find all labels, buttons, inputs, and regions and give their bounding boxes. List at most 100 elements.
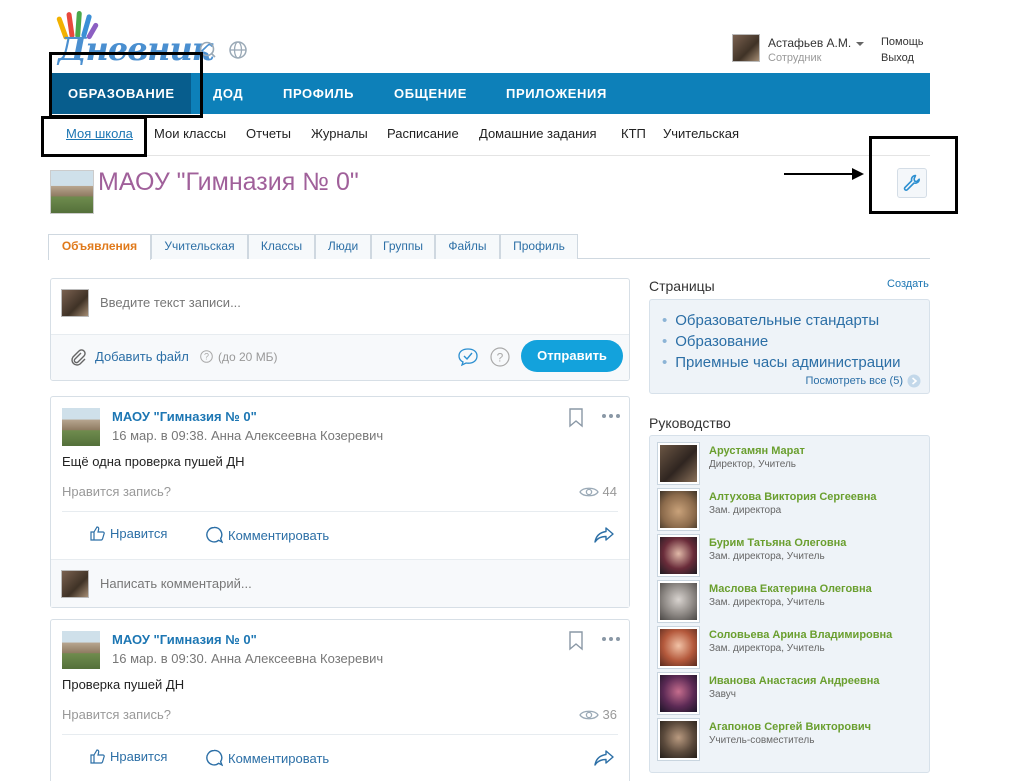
list-item[interactable]: Арустамян Марат Директор, Учитель — [658, 443, 923, 487]
nav-item-communication[interactable]: ОБЩЕНИЕ — [394, 73, 467, 114]
leader-photo — [658, 443, 699, 484]
logo-text[interactable]: Дневник — [58, 30, 213, 68]
tab-files[interactable]: Файлы — [435, 234, 500, 259]
like-label: Нравится — [110, 526, 168, 541]
post-input[interactable]: Введите текст записи... — [100, 295, 241, 310]
like-question: Нравится запись? — [62, 484, 171, 499]
leader-photo — [658, 673, 699, 714]
user-name[interactable]: Астафьев А.М. — [768, 36, 851, 50]
tab-classes[interactable]: Классы — [248, 234, 315, 259]
svg-text:?: ? — [204, 352, 209, 362]
comment-icon — [206, 526, 223, 544]
pages-list: Образовательные стандарты Образование Пр… — [649, 299, 930, 394]
list-item[interactable]: Бурим Татьяна Олеговна Зам. директора, У… — [658, 535, 923, 579]
leader-name[interactable]: Бурим Татьяна Олеговна — [709, 537, 846, 549]
subnav-item-my-classes[interactable]: Мои классы — [154, 126, 226, 141]
list-item[interactable]: Маслова Екатерина Олеговна Зам. директор… — [658, 581, 923, 625]
page-link[interactable]: Образовательные стандарты — [662, 312, 879, 329]
tab-groups[interactable]: Группы — [371, 234, 435, 259]
subnav-item-ktp[interactable]: КТП — [621, 126, 646, 141]
post-title[interactable]: МАОУ "Гимназия № 0" — [112, 409, 257, 424]
like-label: Нравится — [110, 749, 168, 764]
tab-people[interactable]: Люди — [315, 234, 371, 259]
list-item[interactable]: Соловьева Арина Владимировна Зам. директ… — [658, 627, 923, 671]
question-icon[interactable]: ? — [490, 347, 510, 367]
send-button[interactable]: Отправить — [521, 340, 623, 372]
tab-announcements[interactable]: Объявления — [48, 234, 151, 260]
settings-button[interactable] — [897, 168, 927, 198]
leader-photo — [658, 581, 699, 622]
tab-profile[interactable]: Профиль — [500, 234, 578, 259]
subnav-item-schedule[interactable]: Расписание — [387, 126, 459, 141]
more-icon[interactable] — [601, 413, 621, 419]
section-tabs: Объявления Учительская Классы Люди Групп… — [48, 234, 930, 260]
leader-name[interactable]: Арустамян Марат — [709, 445, 805, 457]
leadership-title: Руководство — [649, 415, 731, 431]
paperclip-icon — [71, 349, 86, 366]
globe-icon[interactable] — [228, 40, 248, 60]
svg-text:?: ? — [497, 351, 504, 365]
subnav-item-my-school[interactable]: Моя школа — [66, 126, 133, 141]
nav-item-apps[interactable]: ПРИЛОЖЕНИЯ — [506, 73, 607, 114]
leader-photo — [658, 627, 699, 668]
attach-file-link[interactable]: Добавить файл — [95, 349, 189, 364]
list-item[interactable]: Агапонов Сергей Викторович Учитель-совме… — [658, 719, 923, 763]
post-meta: 16 мар. в 09:30. Анна Алексеевна Козерев… — [112, 651, 384, 666]
subnav-item-journals[interactable]: Журналы — [311, 126, 368, 141]
list-item[interactable]: Иванова Анастасия Андреевна Завуч — [658, 673, 923, 717]
compose-toolbar: Добавить файл ? (до 20 МБ) ? Отправить — [51, 334, 629, 380]
comment-label: Комментировать — [228, 750, 330, 766]
nav-item-dod[interactable]: ДОД — [213, 73, 243, 114]
create-page-link[interactable]: Создать — [887, 278, 929, 290]
bookmark-icon[interactable] — [568, 631, 584, 651]
like-question: Нравится запись? — [62, 707, 171, 722]
nav-item-education[interactable]: ОБРАЗОВАНИЕ — [50, 73, 191, 114]
page-link[interactable]: Образование — [662, 333, 768, 350]
nav-item-profile[interactable]: ПРОФИЛЬ — [283, 73, 354, 114]
share-icon[interactable] — [594, 750, 614, 766]
post-title[interactable]: МАОУ "Гимназия № 0" — [112, 632, 257, 647]
comment-button[interactable]: Комментировать — [205, 526, 329, 544]
annotation-arrow-head — [852, 168, 864, 180]
leader-name[interactable]: Иванова Анастасия Андреевна — [709, 675, 880, 687]
like-button[interactable]: Нравится — [90, 526, 167, 541]
logout-link[interactable]: Выход — [881, 52, 914, 64]
page-link[interactable]: Приемные часы администрации — [662, 354, 900, 371]
comment-button[interactable]: Комментировать — [205, 749, 329, 767]
list-item[interactable]: Алтухова Виктория Сергеевна Зам. директо… — [658, 489, 923, 533]
help-link[interactable]: Помощь — [881, 36, 924, 48]
avatar — [61, 570, 89, 598]
tab-staffroom[interactable]: Учительская — [151, 234, 248, 259]
leader-role: Зам. директора, Учитель — [709, 551, 825, 562]
arrow-right-icon — [907, 374, 921, 388]
more-icon[interactable] — [601, 636, 621, 642]
thumbs-up-icon — [90, 526, 105, 541]
views-count: 44 — [602, 484, 617, 499]
subnav-item-staffroom[interactable]: Учительская — [663, 126, 739, 141]
post-card: МАОУ "Гимназия № 0" 16 мар. в 09:38. Анн… — [50, 396, 630, 608]
leader-name[interactable]: Алтухова Виктория Сергеевна — [709, 491, 876, 503]
chat-icon[interactable] — [198, 40, 218, 60]
comment-input[interactable]: Написать комментарий... — [100, 576, 252, 591]
bookmark-icon[interactable] — [568, 408, 584, 428]
subnav-item-reports[interactable]: Отчеты — [246, 126, 291, 141]
leader-name[interactable]: Соловьева Арина Владимировна — [709, 629, 892, 641]
help-icon[interactable]: ? — [200, 350, 213, 363]
leader-role: Зам. директора — [709, 505, 782, 516]
like-button[interactable]: Нравится — [90, 749, 167, 764]
avatar — [61, 289, 89, 317]
annotation-arrow — [784, 173, 856, 175]
leader-name[interactable]: Агапонов Сергей Викторович — [709, 721, 871, 733]
leader-role: Завуч — [709, 689, 736, 700]
view-all-link[interactable]: Посмотреть все (5) — [805, 374, 921, 388]
poll-icon[interactable] — [457, 347, 479, 367]
post-text: Проверка пушей ДН — [62, 677, 185, 692]
share-icon[interactable] — [594, 527, 614, 543]
avatar — [732, 34, 760, 62]
leader-photo — [658, 489, 699, 530]
subnav-item-homework[interactable]: Домашние задания — [479, 126, 597, 141]
leader-name[interactable]: Маслова Екатерина Олеговна — [709, 583, 872, 595]
chevron-down-icon[interactable] — [856, 42, 864, 46]
post-author-photo — [62, 631, 100, 669]
eye-icon — [578, 487, 599, 496]
